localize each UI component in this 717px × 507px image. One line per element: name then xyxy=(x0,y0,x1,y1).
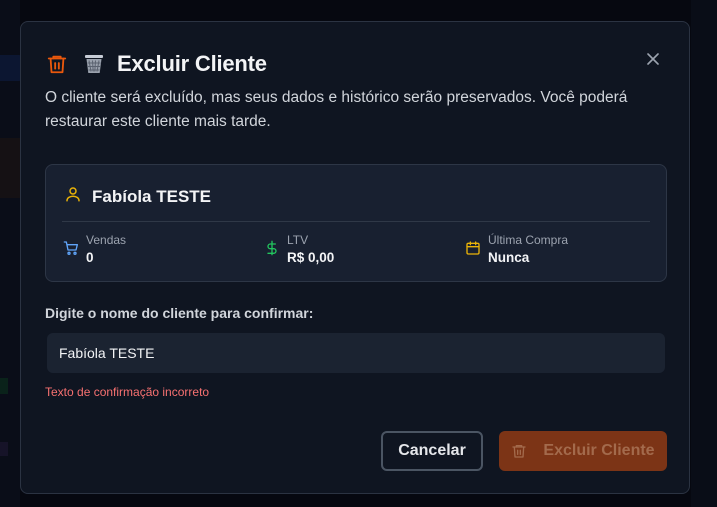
customer-card-header: Fabíola TESTE xyxy=(64,185,211,208)
stat-label: Última Compra xyxy=(488,233,569,247)
wastebasket-emoji-icon xyxy=(81,51,107,77)
card-divider xyxy=(62,221,650,222)
cart-icon xyxy=(62,239,80,257)
user-icon xyxy=(64,185,82,208)
dialog-title-row: Excluir Cliente xyxy=(45,50,267,78)
customer-name: Fabíola TESTE xyxy=(92,186,212,206)
delete-customer-button[interactable]: Excluir Cliente xyxy=(499,431,667,471)
calendar-icon xyxy=(464,239,482,257)
customer-summary-card: Fabíola TESTE Vendas 0 LTV R$ 0,00 Últim… xyxy=(45,164,667,282)
stat-value: R$ 0,00 xyxy=(287,250,335,265)
confirm-name-input[interactable] xyxy=(47,333,665,373)
stat-value: 0 xyxy=(86,250,94,265)
cancel-button[interactable]: Cancelar xyxy=(381,431,483,471)
dialog-title: Excluir Cliente xyxy=(117,51,267,76)
confirm-label: Digite o nome do cliente para confirmar: xyxy=(45,305,314,321)
trash-icon xyxy=(511,443,527,459)
dialog-description: O cliente será excluído, mas seus dados … xyxy=(45,89,628,130)
confirm-error-message: Texto de confirmação incorreto xyxy=(45,385,210,399)
stat-sales: Vendas 0 xyxy=(62,233,126,267)
stat-label: LTV xyxy=(287,233,309,247)
stat-value: Nunca xyxy=(488,250,530,265)
close-icon xyxy=(647,53,659,65)
close-button[interactable] xyxy=(645,51,661,67)
dollar-icon xyxy=(263,239,281,257)
stat-ltv: LTV R$ 0,00 xyxy=(263,233,334,267)
trash-icon xyxy=(45,52,69,76)
stat-last-purchase: Última Compra Nunca xyxy=(464,233,568,267)
delete-customer-dialog: Excluir Cliente O cliente será excluído,… xyxy=(20,21,690,494)
delete-button-label: Excluir Cliente xyxy=(543,442,655,459)
stat-label: Vendas xyxy=(86,233,127,247)
